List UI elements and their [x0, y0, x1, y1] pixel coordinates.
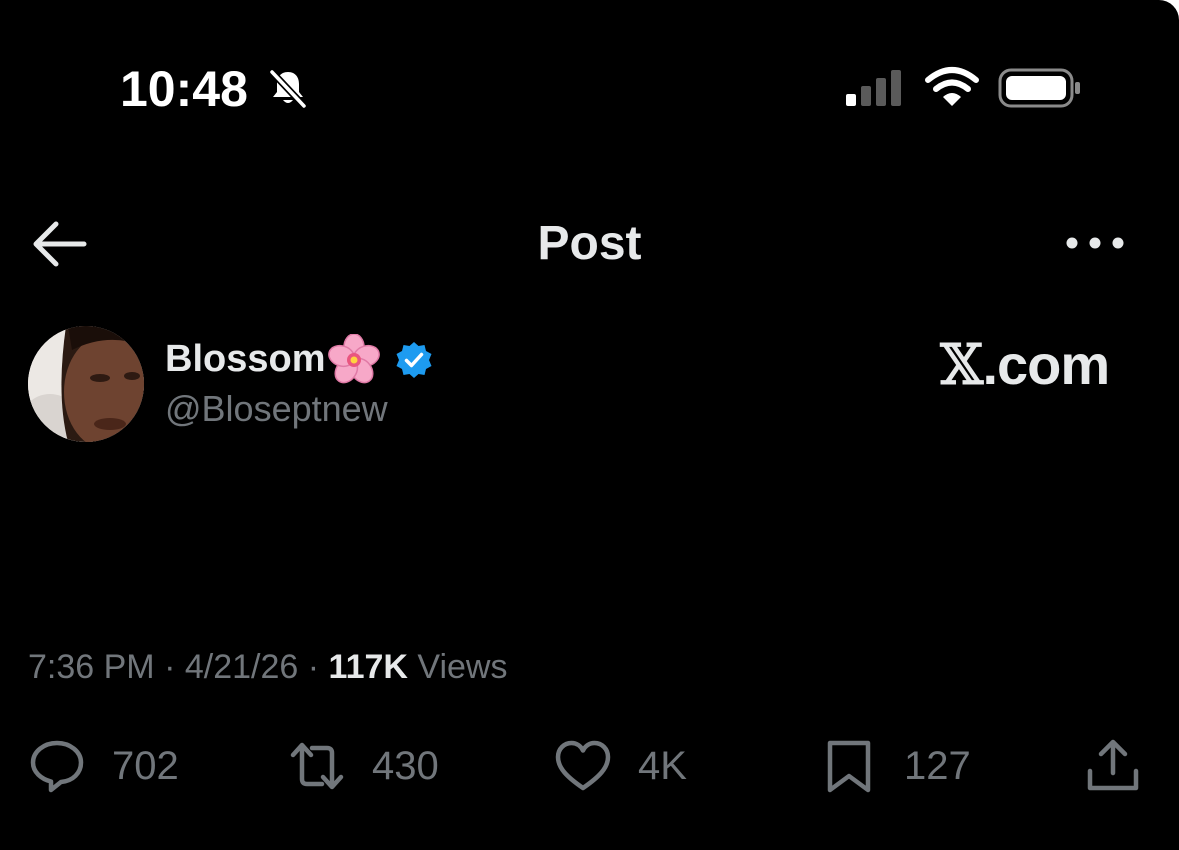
bookmark-count: 127 [904, 743, 971, 788]
xcom-watermark: 𝕏.com [939, 332, 1110, 399]
share-icon [1087, 739, 1139, 791]
post-meta: 7:36 PM · 4/21/26 · 117K Views [28, 648, 508, 687]
watermark-suffix: .com [982, 333, 1110, 396]
reply-button[interactable]: 702 [28, 736, 179, 796]
cherry-blossom-emoji [328, 334, 380, 384]
author-handle[interactable]: @Bloseptnew [165, 388, 388, 430]
wifi-icon [925, 67, 979, 106]
like-count: 4K [638, 743, 687, 788]
x-logo-letter: 𝕏 [939, 333, 983, 399]
page-title: Post [537, 217, 642, 270]
verified-badge-icon[interactable] [394, 340, 434, 380]
share-button[interactable] [1084, 736, 1142, 796]
heart-icon [555, 740, 611, 791]
meta-separator: · [307, 648, 320, 686]
repost-icon [290, 742, 344, 790]
bell-slash-icon [269, 69, 307, 109]
battery-icon [998, 68, 1080, 108]
views-count[interactable]: 117K [329, 648, 408, 686]
avatar[interactable] [28, 326, 144, 442]
bookmark-icon [827, 740, 871, 793]
like-button[interactable]: 4K [554, 736, 687, 796]
status-time: 10:48 [120, 61, 248, 117]
reply-icon [30, 740, 84, 793]
bookmark-button[interactable]: 127 [820, 736, 971, 796]
repost-count: 430 [372, 743, 439, 788]
repost-button[interactable]: 430 [288, 736, 439, 796]
more-options-button[interactable] [1062, 226, 1128, 260]
views-label: Views [417, 648, 508, 686]
cellular-signal-icon [846, 70, 901, 106]
post-screen: 10:48 Post Blossom @Bloseptnew 𝕏.com 7:3… [0, 0, 1179, 850]
avatar-image [28, 326, 144, 442]
post-time: 7:36 PM [28, 648, 155, 686]
post-date: 4/21/26 [184, 648, 299, 686]
meta-separator: · [164, 648, 176, 686]
author-name[interactable]: Blossom [165, 338, 325, 381]
reply-count: 702 [112, 743, 179, 788]
